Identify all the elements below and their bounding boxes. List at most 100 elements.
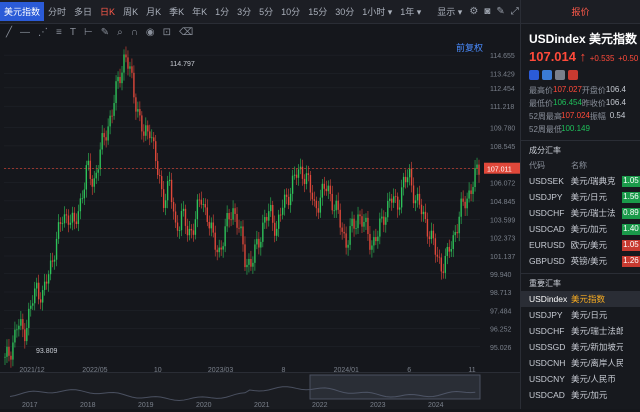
- candle-body: [155, 141, 157, 162]
- candle-body: [305, 173, 308, 185]
- y-tick-label: 108.545: [490, 144, 515, 151]
- candle-body: [210, 222, 212, 229]
- component-row[interactable]: USDSEK 美元/瑞典克 1.05: [521, 173, 640, 189]
- tab-7[interactable]: 年K: [188, 5, 211, 18]
- important-row[interactable]: USDCNH 美元/离岸人民币: [521, 355, 640, 371]
- navigator-bar[interactable]: 2017 2018 2019 2020 2021 2022 2023 2024: [0, 372, 520, 409]
- text-icon[interactable]: T: [70, 27, 76, 38]
- tab-13[interactable]: 30分: [331, 5, 358, 18]
- lock-icon[interactable]: ⊡: [163, 27, 171, 38]
- important-row[interactable]: USDCHF 美元/瑞士法郎: [521, 323, 640, 339]
- candle-body: [77, 211, 80, 225]
- fib-icon[interactable]: ≡: [56, 27, 62, 38]
- nav-year-label: 2023: [370, 402, 386, 409]
- component-row[interactable]: USDJPY 美元/日元 1.56: [521, 189, 640, 205]
- row-code: USDCAD: [529, 390, 565, 400]
- row-name: 美元/离岸人民币: [571, 358, 623, 368]
- tab-9[interactable]: 3分: [233, 5, 255, 18]
- stat-row: 52周最高 107.024 振幅 0.54: [521, 110, 640, 123]
- row-code: USDSEK: [529, 176, 564, 186]
- candle-body: [10, 355, 12, 360]
- tab-8[interactable]: 1分: [211, 5, 233, 18]
- tab-15[interactable]: 1年 ▾: [396, 5, 425, 18]
- important-row[interactable]: USDSGD 美元/新加坡元: [521, 339, 640, 355]
- candle-body: [160, 176, 163, 190]
- settings-icon[interactable]: ⚙: [469, 5, 478, 19]
- display-dropdown[interactable]: 显示 ▾: [433, 5, 466, 18]
- brush-icon[interactable]: ✎: [101, 27, 109, 38]
- navigator-window[interactable]: [309, 374, 481, 400]
- candle-body: [222, 246, 224, 250]
- candle-body: [281, 207, 284, 215]
- tab-3[interactable]: 日K: [96, 5, 119, 18]
- stat-value: 100.149: [561, 124, 590, 133]
- candle-body: [303, 178, 306, 185]
- component-row[interactable]: USDCHF 美元/瑞士法 0.89: [521, 205, 640, 221]
- col-name: 名称: [571, 161, 587, 170]
- candle-body: [75, 221, 78, 225]
- price-change-pct: +0.50: [618, 54, 639, 63]
- component-row[interactable]: USDCAD 美元/加元 1.40: [521, 221, 640, 237]
- tab-4[interactable]: 周K: [119, 5, 142, 18]
- important-row[interactable]: USDCAD 美元/加元: [521, 387, 640, 403]
- camera-icon[interactable]: ◙: [484, 5, 490, 19]
- tab-0[interactable]: 美元指数: [0, 2, 45, 21]
- edit-icon[interactable]: ✎: [496, 5, 504, 19]
- note-icon[interactable]: [555, 70, 565, 80]
- eye-icon[interactable]: ◉: [146, 27, 155, 38]
- stat-label2: [590, 124, 610, 135]
- tab-14[interactable]: 1小时 ▾: [358, 5, 396, 18]
- candle-body: [345, 233, 347, 248]
- candle-body: [462, 198, 464, 202]
- candle-body: [293, 174, 296, 176]
- tab-12[interactable]: 15分: [304, 5, 331, 18]
- candle-body: [285, 194, 288, 197]
- important-row[interactable]: USDCNY 美元/人民币: [521, 371, 640, 387]
- section-important: 重要汇率: [521, 273, 640, 291]
- row-pct: 1.40: [622, 223, 640, 235]
- candle-body: [139, 109, 141, 116]
- candle-body: [164, 200, 167, 208]
- candle-body: [464, 201, 466, 209]
- candle-body: [117, 76, 119, 82]
- zoom-icon[interactable]: ⌕: [117, 27, 123, 38]
- measure-icon[interactable]: ⊢: [84, 27, 93, 38]
- candle-body: [276, 228, 278, 236]
- magnet-icon[interactable]: ∩: [131, 27, 138, 38]
- tab-10[interactable]: 5分: [255, 5, 277, 18]
- candle-body: [208, 221, 210, 229]
- candle-body: [458, 216, 460, 234]
- candle-body: [157, 161, 159, 176]
- line-tool-icon[interactable]: ╱: [6, 27, 12, 38]
- price-chart[interactable]: 114.655 113.429 112.454 111.218 109.780 108.5…: [0, 40, 520, 380]
- channel-icon[interactable]: ⋰: [38, 27, 48, 38]
- horizontal-line-icon[interactable]: —: [20, 27, 30, 38]
- fullscreen-icon[interactable]: ⤢: [511, 5, 519, 19]
- candle-body: [279, 214, 282, 216]
- candle-body: [311, 192, 314, 200]
- candle-body: [250, 258, 252, 267]
- candle-body: [22, 319, 24, 330]
- nav-year-label: 2020: [196, 402, 212, 409]
- delete-icon[interactable]: ⌫: [179, 27, 193, 38]
- component-row[interactable]: EURUSD 欧元/美元 1.05: [521, 237, 640, 253]
- favorite-icon[interactable]: [568, 70, 578, 80]
- row-pct: 1.56: [622, 191, 640, 203]
- candle-body: [107, 126, 109, 141]
- tab-11[interactable]: 10分: [277, 5, 304, 18]
- candle-body: [34, 288, 36, 304]
- stat-value2: 106.4: [605, 98, 626, 107]
- tab-5[interactable]: 月K: [142, 5, 165, 18]
- tab-1[interactable]: 分时: [44, 5, 70, 18]
- candle-body: [450, 249, 452, 252]
- component-row[interactable]: GBPUSD 英镑/美元 1.26: [521, 253, 640, 269]
- tab-6[interactable]: 季K: [165, 5, 188, 18]
- candle-body: [426, 219, 429, 237]
- important-row[interactable]: USDJPY 美元/日元: [521, 307, 640, 323]
- candle-body: [355, 228, 357, 229]
- important-row[interactable]: USDindex 美元指数: [521, 291, 640, 307]
- share-icon[interactable]: [542, 70, 552, 80]
- y-tick-label: 104.845: [490, 199, 515, 206]
- tab-2[interactable]: 多日: [70, 5, 96, 18]
- alert-icon[interactable]: [529, 70, 539, 80]
